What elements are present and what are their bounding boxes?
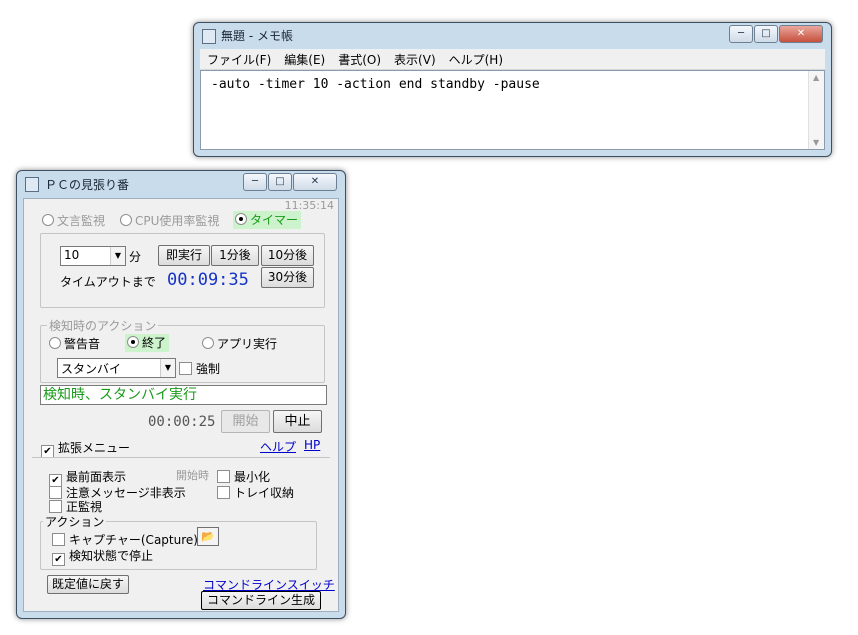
- checkbox-icon[interactable]: [52, 533, 65, 546]
- force-checkbox[interactable]: 強制: [179, 360, 220, 377]
- checkbox-icon[interactable]: [49, 500, 62, 513]
- folder-open-icon[interactable]: 📂: [197, 527, 219, 546]
- radio-selected-icon[interactable]: [127, 336, 139, 348]
- radio-icon[interactable]: [42, 214, 54, 226]
- app-titlebar[interactable]: ＰＣの見張り番 ─ □ ✕: [17, 171, 345, 195]
- app-client-area: 11:35:14 文言監視 CPU使用率監視 タイマー 10 ▼ 分 即実行 1…: [23, 198, 339, 612]
- minimize-checkbox[interactable]: 最小化: [217, 468, 270, 485]
- notepad-content[interactable]: -auto -timer 10 -action end standby -pau…: [211, 77, 540, 92]
- option-run-app[interactable]: アプリ実行: [202, 335, 277, 352]
- mode-timer[interactable]: タイマー: [233, 211, 302, 229]
- checkbox-icon[interactable]: [217, 470, 230, 483]
- start-button[interactable]: 開始: [221, 410, 270, 433]
- status-message: 検知時、スタンバイ実行: [40, 385, 327, 405]
- action-group-label: アクション: [43, 513, 107, 530]
- action-select[interactable]: スタンバイ ▼: [57, 358, 176, 378]
- app-title: ＰＣの見張り番: [45, 178, 130, 192]
- mode-cpu-watch[interactable]: CPU使用率監視: [120, 212, 219, 229]
- capture-checkbox[interactable]: キャプチャー(Capture): [52, 531, 198, 548]
- detect-action-label: 検知時のアクション: [47, 317, 159, 334]
- tray-checkbox[interactable]: トレイ収納: [217, 484, 294, 501]
- maximize-icon[interactable]: □: [268, 173, 292, 191]
- radio-icon[interactable]: [202, 337, 214, 349]
- run-now-button[interactable]: 即実行: [158, 245, 210, 266]
- stop-button[interactable]: 中止: [273, 410, 322, 433]
- on-start-label: 開始時: [176, 469, 209, 482]
- after-30min-button[interactable]: 30分後: [261, 267, 314, 288]
- stop-on-detect-checkbox[interactable]: ✔ 検知状態で停止: [52, 547, 153, 566]
- notepad-titlebar[interactable]: 無題 - メモ帳 ─ □ ✕: [194, 23, 831, 47]
- notepad-menubar: ファイル(F) 編集(E) 書式(O) 表示(V) ヘルプ(H): [200, 49, 825, 70]
- extended-menu-checkbox[interactable]: ✔ 拡張メニュー: [41, 439, 130, 458]
- elapsed-time: 00:00:25: [148, 414, 216, 430]
- minutes-unit: 分: [129, 250, 142, 264]
- chevron-down-icon[interactable]: ▼: [110, 247, 125, 265]
- menu-view[interactable]: 表示(V): [387, 49, 442, 68]
- close-icon[interactable]: ✕: [293, 173, 337, 191]
- help-link[interactable]: ヘルプ: [260, 438, 296, 455]
- radio-icon[interactable]: [49, 337, 61, 349]
- action-group: アクション キャプチャー(Capture) 📂 ✔ 検知状態で停止: [40, 513, 317, 570]
- option-exit[interactable]: 終了: [125, 334, 170, 352]
- scroll-down-icon[interactable]: ▼: [813, 138, 819, 147]
- reset-button[interactable]: 既定値に戻す: [47, 575, 129, 594]
- after-1min-button[interactable]: 1分後: [211, 245, 259, 266]
- notepad-window: 無題 - メモ帳 ─ □ ✕ ファイル(F) 編集(E) 書式(O) 表示(V) ヘルプ…: [193, 22, 832, 157]
- checkbox-icon[interactable]: [217, 486, 230, 499]
- mode-text-watch[interactable]: 文言監視: [42, 212, 105, 229]
- notepad-icon: [202, 29, 216, 44]
- timeout-value: 00:09:35: [167, 270, 249, 290]
- notepad-title: 無題 - メモ帳: [221, 29, 293, 43]
- detect-action-group: 検知時のアクション 警告音 終了 アプリ実行 スタンバイ ▼ 強制: [40, 317, 325, 383]
- chevron-down-icon[interactable]: ▼: [160, 359, 175, 377]
- vertical-scrollbar[interactable]: ▲ ▼: [808, 71, 824, 149]
- app-icon: [25, 177, 39, 192]
- hp-link[interactable]: HP: [304, 438, 320, 452]
- checkbox-icon[interactable]: [179, 362, 192, 375]
- menu-format[interactable]: 書式(O): [331, 49, 387, 68]
- minimize-icon[interactable]: ─: [243, 173, 267, 191]
- close-icon[interactable]: ✕: [779, 25, 823, 43]
- minutes-select[interactable]: 10 ▼: [60, 246, 126, 266]
- minimize-icon[interactable]: ─: [729, 25, 753, 43]
- pc-watch-window: ＰＣの見張り番 ─ □ ✕ 11:35:14 文言監視 CPU使用率監視 タイマ…: [16, 170, 346, 619]
- cmdline-generate-button[interactable]: コマンドライン生成: [201, 591, 321, 610]
- timeout-label: タイムアウトまで: [60, 275, 156, 289]
- timer-group: 10 ▼ 分 即実行 1分後 10分後 タイムアウトまで 00:09:35 30…: [40, 233, 325, 308]
- divider: [32, 457, 330, 458]
- menu-file[interactable]: ファイル(F): [200, 49, 277, 68]
- menu-edit[interactable]: 編集(E): [277, 49, 331, 68]
- radio-icon[interactable]: [120, 214, 132, 226]
- notepad-text-area[interactable]: -auto -timer 10 -action end standby -pau…: [200, 70, 825, 150]
- after-10min-button[interactable]: 10分後: [261, 245, 314, 266]
- radio-selected-icon[interactable]: [235, 213, 247, 225]
- scroll-up-icon[interactable]: ▲: [813, 73, 819, 82]
- maximize-icon[interactable]: □: [754, 25, 778, 43]
- checkbox-checked-icon[interactable]: ✔: [52, 553, 65, 566]
- option-beep[interactable]: 警告音: [49, 335, 100, 352]
- menu-help[interactable]: ヘルプ(H): [442, 49, 509, 68]
